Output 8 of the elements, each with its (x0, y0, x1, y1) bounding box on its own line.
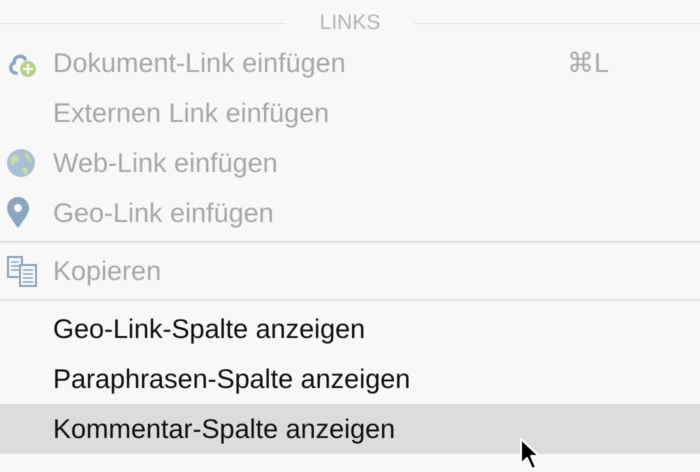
shortcut-label: ⌘L (567, 47, 610, 79)
menu-item[interactable]: Geo-Link-Spalte anzeigen (0, 304, 700, 354)
section-header: LINKS (318, 11, 382, 35)
location-pin-icon (6, 197, 30, 229)
menu-item[interactable]: Kommentar-Spalte anzeigen (0, 404, 700, 454)
copy-icon (6, 255, 38, 287)
menu-item[interactable]: Paraphrasen-Spalte anzeigen (0, 354, 700, 404)
globe-icon (6, 148, 36, 178)
